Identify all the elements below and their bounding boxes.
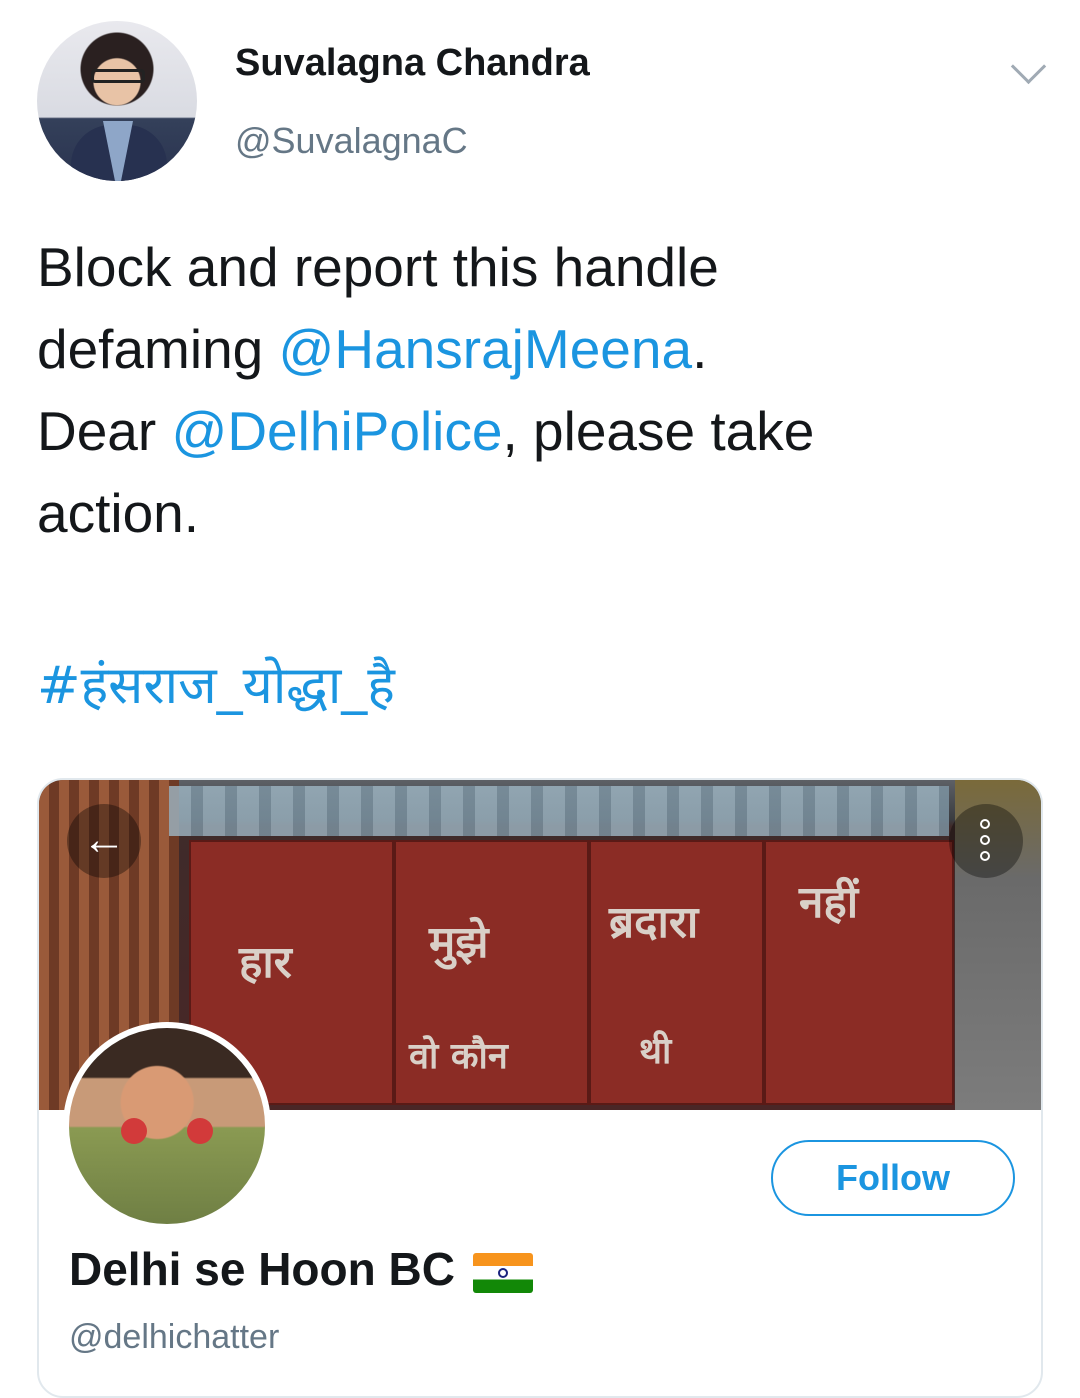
back-arrow-icon[interactable]: ← xyxy=(67,804,141,878)
banner-text: थी xyxy=(639,1031,672,1072)
chevron-down-icon[interactable] xyxy=(1010,48,1047,85)
profile-handle[interactable]: @delhichatter xyxy=(69,1318,279,1357)
tweet-text-segment: . xyxy=(692,318,708,380)
avatar-cheek xyxy=(187,1118,213,1144)
mention-delhipolice[interactable]: @DelhiPolice xyxy=(172,400,503,462)
tweet-line-3: Dear @DelhiPolice, please take xyxy=(37,390,1047,472)
tweet-text-segment: defaming xyxy=(37,318,279,380)
banner-text: ब्रदारा xyxy=(609,897,699,948)
tweet-text-segment: Dear xyxy=(37,400,172,462)
author-avatar[interactable] xyxy=(37,21,197,181)
more-dot xyxy=(980,835,990,845)
more-dot xyxy=(980,851,990,861)
follow-button[interactable]: Follow xyxy=(771,1140,1015,1216)
profile-name[interactable]: Delhi se Hoon BC xyxy=(69,1242,533,1296)
tweet-line-1: Block and report this handle xyxy=(37,236,719,298)
avatar-cheek xyxy=(121,1118,147,1144)
author-name[interactable]: Suvalagna Chandra xyxy=(235,42,590,85)
banner-panel xyxy=(589,840,764,1105)
profile-card[interactable]: हार मुझे ब्रदारा नहीं वो कौन थी ← Follow… xyxy=(37,778,1043,1398)
banner-panel xyxy=(764,840,954,1105)
india-flag-icon xyxy=(472,1252,533,1293)
more-options-icon[interactable] xyxy=(949,804,1023,878)
author-handle[interactable]: @SuvalagnaC xyxy=(235,120,468,162)
banner-text: वो कौन xyxy=(409,1036,508,1077)
tweet-line-2: defaming @HansrajMeena. xyxy=(37,308,1047,390)
more-dot xyxy=(980,819,990,829)
avatar-glasses xyxy=(91,69,145,83)
tweet-text-segment: , please take xyxy=(502,400,815,462)
profile-avatar[interactable] xyxy=(63,1022,271,1230)
tweet-line-4: action. xyxy=(37,482,200,544)
mention-hansrajmeena[interactable]: @HansrajMeena xyxy=(279,318,693,380)
hashtag-link[interactable]: #हंसराज_योद्धा_है xyxy=(37,648,395,719)
banner-text: मुझे xyxy=(429,917,489,968)
banner-bottles xyxy=(169,786,949,836)
banner-text: हार xyxy=(239,937,292,988)
tweet-text: Block and report this handle defaming @H… xyxy=(37,226,1047,554)
banner-text: नहीं xyxy=(799,877,859,928)
profile-name-text: Delhi se Hoon BC xyxy=(69,1243,455,1295)
